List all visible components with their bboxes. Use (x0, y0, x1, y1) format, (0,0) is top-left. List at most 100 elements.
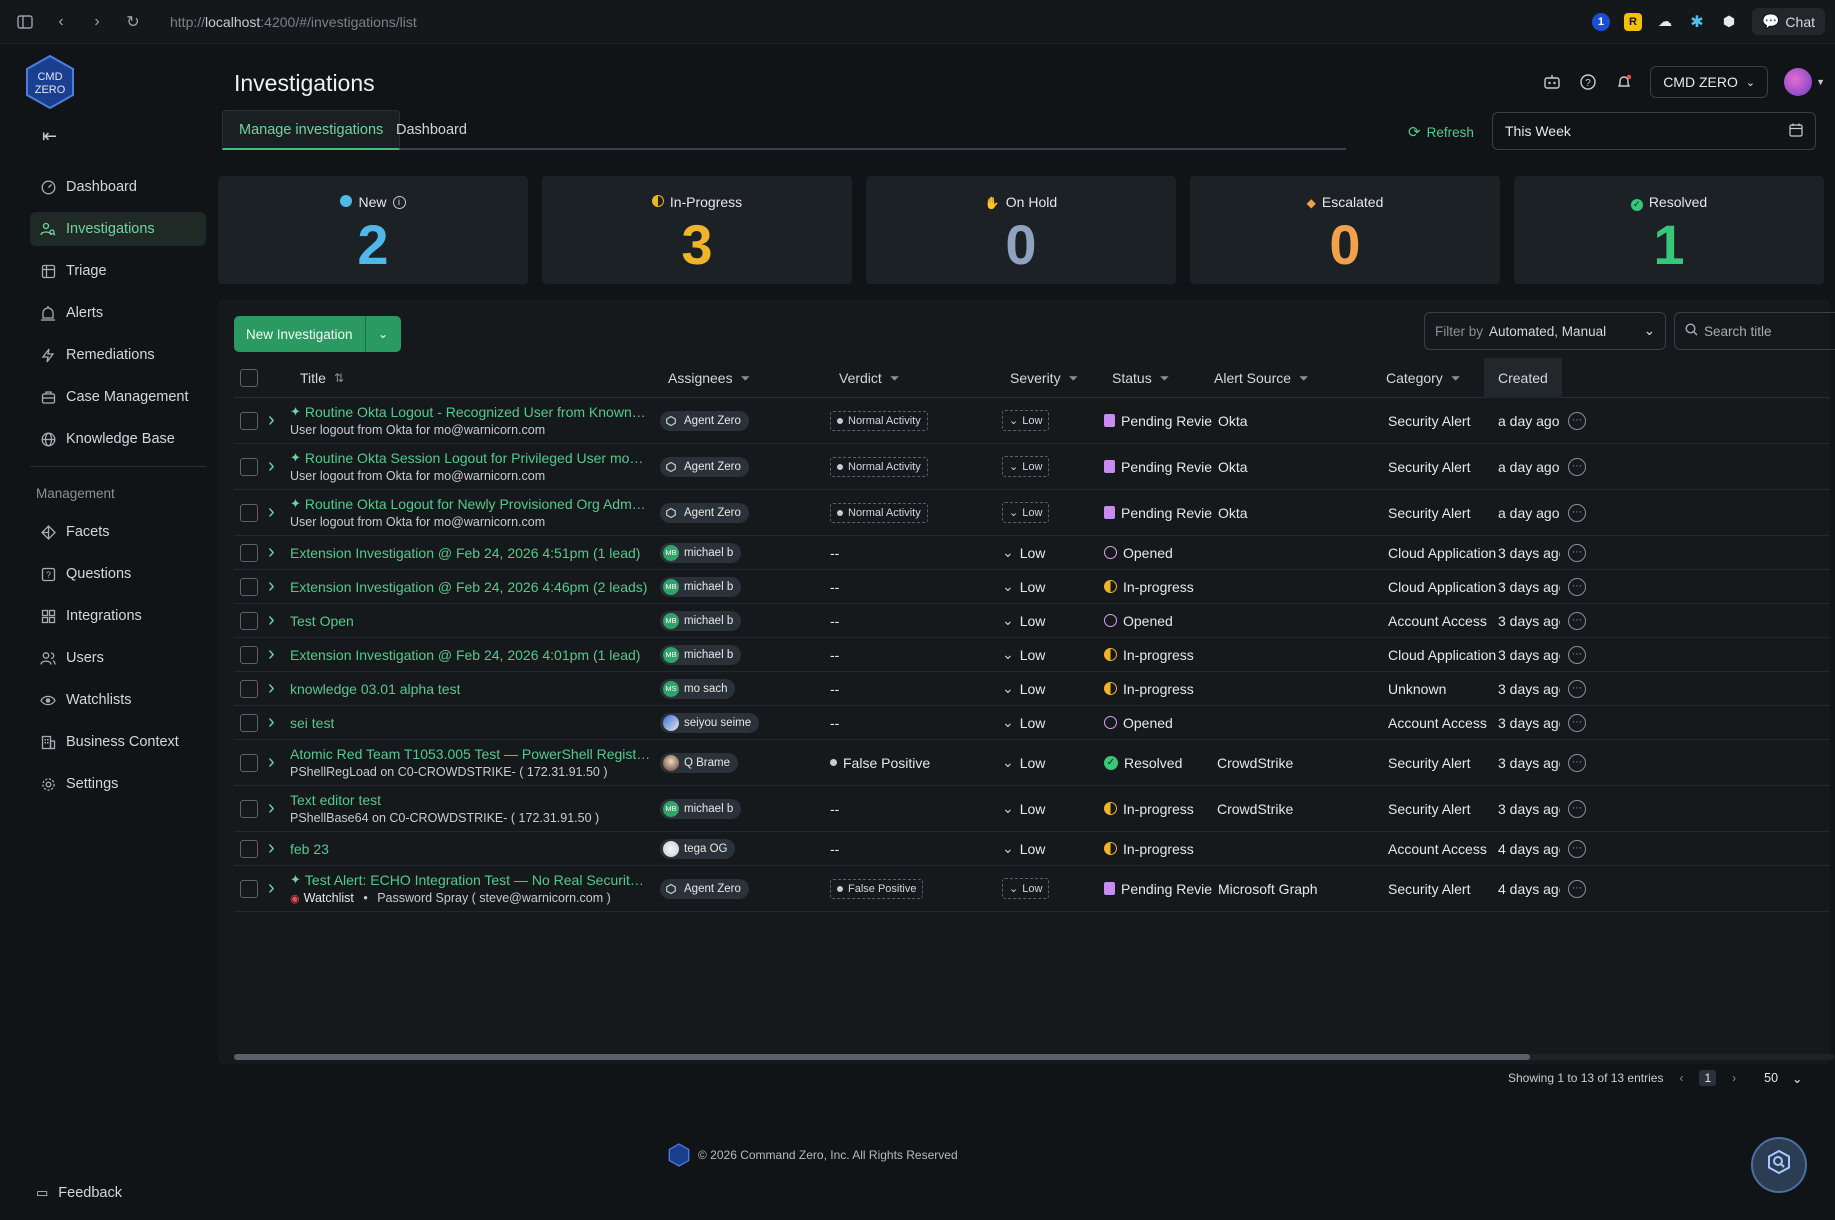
more-options-icon[interactable]: ⋯ (1568, 713, 1586, 732)
table-row[interactable]: › knowledge 03.01 alpha test MS mo sach -- ⌄ L… (234, 672, 1830, 706)
date-range-picker[interactable]: This Week (1492, 112, 1816, 150)
filter-icon[interactable]: ⏷ (1451, 371, 1461, 386)
more-options-icon[interactable]: ⋯ (1568, 799, 1586, 818)
more-options-icon[interactable]: ⋯ (1568, 679, 1586, 698)
row-select-checkbox[interactable] (240, 672, 258, 705)
investigation-title-link[interactable]: knowledge 03.01 alpha test (290, 681, 460, 697)
more-options-icon[interactable]: ⋯ (1568, 879, 1586, 898)
more-options-icon[interactable]: ⋯ (1568, 457, 1586, 476)
investigation-title-link[interactable]: feb 23 (290, 841, 329, 857)
status-value[interactable]: Pending Review (1104, 505, 1212, 521)
row-select-checkbox[interactable] (240, 604, 258, 637)
expand-row-chevron-icon[interactable]: › (268, 604, 275, 637)
filter-icon[interactable]: ⏷ (741, 371, 751, 386)
more-options-icon[interactable]: ⋯ (1568, 577, 1586, 596)
status-value[interactable]: Pending Review (1104, 881, 1212, 897)
row-select-checkbox[interactable] (240, 444, 258, 489)
hexagon-extension-icon[interactable]: ⬢ (1720, 13, 1738, 31)
table-row[interactable]: › Atomic Red Team T1053.005 Test — PowerS… (234, 740, 1830, 786)
more-options-icon[interactable]: ⋯ (1568, 753, 1586, 772)
status-value[interactable]: In-progress (1104, 579, 1194, 595)
verdict-badge[interactable]: False Positive (830, 878, 924, 899)
checkbox-box[interactable] (240, 879, 258, 898)
column-created[interactable]: Created (1484, 358, 1562, 398)
refresh-button[interactable]: ⟳ Refresh (1408, 123, 1474, 141)
checkbox-box[interactable] (240, 839, 258, 858)
status-value[interactable]: In-progress (1104, 647, 1194, 663)
sidebar-item-dashboard[interactable]: Dashboard (30, 170, 206, 204)
row-select-checkbox[interactable] (240, 706, 258, 739)
status-value[interactable]: Opened (1104, 613, 1173, 629)
filter-icon[interactable]: ⏷ (1069, 371, 1079, 386)
page-size-select[interactable]: 50 ⌄ (1764, 1071, 1802, 1086)
new-investigation-menu-button[interactable]: ⌄ (364, 316, 401, 352)
expand-row-chevron-icon[interactable]: › (268, 672, 275, 705)
row-select-checkbox[interactable] (240, 786, 258, 831)
assignee-chip[interactable]: Q Brame (660, 752, 739, 773)
app-logo[interactable]: CMD ZERO (24, 54, 76, 110)
investigation-title-link[interactable]: Text editor test (290, 792, 381, 808)
checkbox-box[interactable] (240, 543, 258, 562)
filter-by-select[interactable]: Filter by Automated, Manual ⌄ (1424, 312, 1666, 350)
investigation-title-link[interactable]: Routine Okta Session Logout for Privileg… (305, 450, 647, 466)
sidebar-item-business-context[interactable]: Business Context (30, 725, 206, 759)
checkbox-box[interactable] (240, 799, 258, 818)
tab-dashboard[interactable]: Dashboard (380, 110, 483, 150)
checkbox-box[interactable] (240, 679, 258, 698)
assignee-chip[interactable]: MB michael b (660, 610, 742, 631)
status-value[interactable]: ✓ Resolved (1104, 755, 1182, 771)
table-row[interactable]: › sei test seiyou seime -- ⌄ Low Opened Account… (234, 706, 1830, 740)
org-switcher[interactable]: CMD ZERO ⌄ (1650, 66, 1769, 98)
assignee-chip[interactable]: MS mo sach (660, 678, 736, 699)
table-row[interactable]: › ✦ Routine Okta Logout - Recognized User … (234, 398, 1830, 444)
more-options-icon[interactable]: ⋯ (1568, 543, 1586, 562)
filter-icon[interactable]: ⏷ (1299, 371, 1309, 386)
stat-card-on-hold[interactable]: ✋ On Hold 0 (866, 176, 1176, 284)
prev-page-icon[interactable]: ‹ (1679, 1071, 1683, 1085)
sidebar-item-facets[interactable]: Facets (30, 515, 206, 549)
forward-icon[interactable]: › (86, 11, 108, 33)
severity-badge[interactable]: ⌄ Low (1002, 502, 1050, 523)
row-select-checkbox[interactable] (240, 638, 258, 671)
more-options-icon[interactable]: ⋯ (1568, 645, 1586, 664)
password-manager-icon[interactable]: 1 (1591, 12, 1610, 31)
expand-row-chevron-icon[interactable]: › (268, 866, 275, 911)
more-options-icon[interactable]: ⋯ (1568, 611, 1586, 630)
severity-badge[interactable]: ⌄ Low (1002, 410, 1050, 431)
status-value[interactable]: Opened (1104, 545, 1173, 561)
investigation-title-link[interactable]: Routine Okta Logout - Recognized User fr… (305, 404, 647, 420)
assignee-chip[interactable]: Agent Zero (660, 502, 749, 523)
expand-row-chevron-icon[interactable]: › (268, 786, 275, 831)
investigation-title-link[interactable]: Extension Investigation @ Feb 24, 2026 4… (290, 647, 640, 663)
status-value[interactable]: Pending Review (1104, 413, 1212, 429)
sidebar-item-users[interactable]: Users (30, 641, 206, 675)
checkbox-box[interactable] (240, 577, 258, 596)
tab-manage-investigations[interactable]: Manage investigations (222, 110, 401, 150)
expand-row-chevron-icon[interactable]: › (268, 490, 275, 535)
sidebar-item-knowledge-base[interactable]: Knowledge Base (30, 422, 206, 456)
row-select-checkbox[interactable] (240, 490, 258, 535)
info-icon[interactable]: i (392, 195, 406, 209)
filter-icon[interactable]: ⏷ (1160, 371, 1170, 386)
sidebar-item-settings[interactable]: Settings (30, 767, 206, 801)
table-row[interactable]: › Test Open MB michael b -- ⌄ Low Opened Account… (234, 604, 1830, 638)
table-row[interactable]: › ✦ Routine Okta Logout for Newly Provisio… (234, 490, 1830, 536)
stat-card-in-progress[interactable]: In-Progress 3 (542, 176, 852, 284)
expand-row-chevron-icon[interactable]: › (268, 536, 275, 569)
status-value[interactable]: In-progress (1104, 801, 1194, 817)
row-select-checkbox[interactable] (240, 570, 258, 603)
assignee-chip[interactable]: Agent Zero (660, 878, 749, 899)
assignee-chip[interactable]: seiyou seime (660, 712, 760, 733)
notification-bell-icon[interactable] (1614, 72, 1634, 92)
sidebar-item-triage[interactable]: Triage (30, 254, 206, 288)
table-row[interactable]: › Extension Investigation @ Feb 24, 2026 … (234, 570, 1830, 604)
assignee-chip[interactable]: MB michael b (660, 644, 742, 665)
feedback-button[interactable]: ▭ Feedback (36, 1185, 122, 1201)
table-row[interactable]: › feb 23 tega OG -- ⌄ Low In-progress Account A… (234, 832, 1830, 866)
stat-card-resolved[interactable]: ✓ Resolved 1 (1514, 176, 1824, 284)
reload-icon[interactable]: ↻ (122, 11, 144, 33)
sidebar-item-remediations[interactable]: Remediations (30, 338, 206, 372)
sidebar-item-alerts[interactable]: Alerts (30, 296, 206, 330)
select-all-checkbox[interactable] (240, 358, 258, 398)
expand-row-chevron-icon[interactable]: › (268, 638, 275, 671)
